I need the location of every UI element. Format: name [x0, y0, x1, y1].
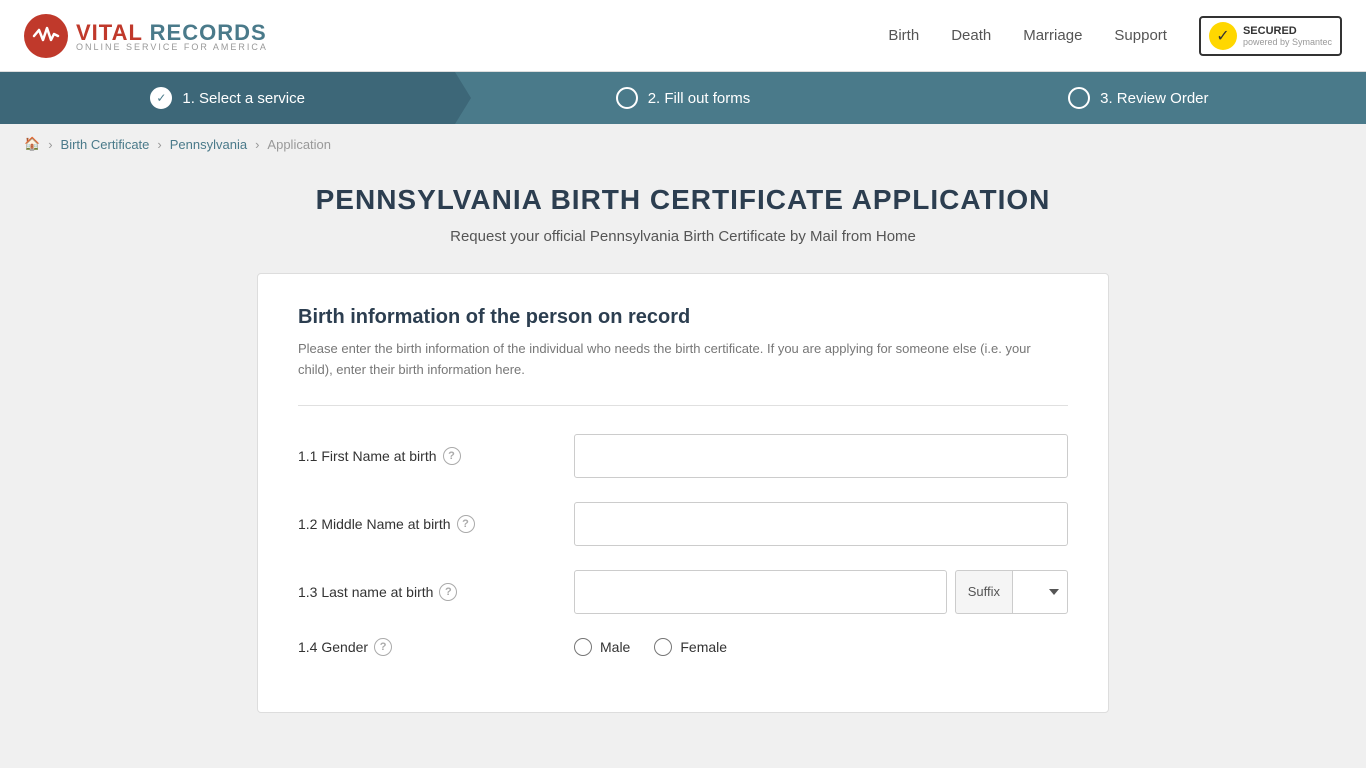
gender-options: Male Female — [574, 638, 1068, 656]
breadcrumb: 🏠 › Birth Certificate › Pennsylvania › A… — [0, 124, 1366, 164]
page-title: PENNSYLVANIA BIRTH CERTIFICATE APPLICATI… — [257, 184, 1109, 216]
step-1-label: 1. Select a service — [182, 90, 305, 107]
nav-support[interactable]: Support — [1114, 27, 1167, 44]
site-header: VITAL RECORDS ONLINE SERVICE FOR AMERICA… — [0, 0, 1366, 72]
nav-birth[interactable]: Birth — [888, 27, 919, 44]
logo-subtext: ONLINE SERVICE FOR AMERICA — [76, 42, 268, 52]
step-2-circle — [616, 87, 638, 109]
main-nav: Birth Death Marriage Support ✓ SECURED p… — [888, 16, 1342, 56]
logo: VITAL RECORDS ONLINE SERVICE FOR AMERICA — [24, 14, 268, 58]
section-desc: Please enter the birth information of th… — [298, 339, 1068, 381]
step-1-arrow — [455, 72, 471, 124]
gender-female-option[interactable]: Female — [654, 638, 727, 656]
middle-name-field — [574, 502, 1068, 546]
first-name-field — [574, 434, 1068, 478]
middle-name-input[interactable] — [574, 502, 1068, 546]
suffix-label: Suffix — [955, 570, 1012, 614]
breadcrumb-home[interactable]: 🏠 — [24, 136, 40, 152]
gender-male-radio[interactable] — [574, 638, 592, 656]
last-name-row: 1.3 Last name at birth ? Suffix Jr. Sr. … — [298, 570, 1068, 614]
first-name-help-icon[interactable]: ? — [443, 447, 461, 465]
norton-badge: ✓ SECURED powered by Symantec — [1199, 16, 1342, 56]
last-name-input[interactable] — [574, 570, 947, 614]
form-card: Birth information of the person on recor… — [257, 273, 1109, 713]
step-2-arrow — [911, 72, 927, 124]
step-3-label: 3. Review Order — [1100, 90, 1208, 107]
middle-name-help-icon[interactable]: ? — [457, 515, 475, 533]
last-name-label: 1.3 Last name at birth ? — [298, 583, 558, 601]
nav-marriage[interactable]: Marriage — [1023, 27, 1082, 44]
step-2: 2. Fill out forms — [455, 72, 910, 124]
norton-secured-text: SECURED — [1243, 25, 1332, 37]
breadcrumb-current: Application — [267, 137, 331, 152]
suffix-select[interactable]: Jr. Sr. II III IV — [1012, 570, 1068, 614]
gender-label: 1.4 Gender ? — [298, 638, 558, 656]
breadcrumb-separator-2: › — [157, 137, 161, 152]
gender-male-option[interactable]: Male — [574, 638, 630, 656]
gender-help-icon[interactable]: ? — [374, 638, 392, 656]
step-3-circle — [1068, 87, 1090, 109]
breadcrumb-separator-3: › — [255, 137, 259, 152]
step-1: ✓ 1. Select a service — [0, 72, 455, 124]
steps-bar: ✓ 1. Select a service 2. Fill out forms … — [0, 72, 1366, 124]
step-2-label: 2. Fill out forms — [648, 90, 751, 107]
logo-icon — [24, 14, 68, 58]
breadcrumb-state[interactable]: Pennsylvania — [170, 137, 247, 152]
gender-row: 1.4 Gender ? Male Female — [298, 638, 1068, 656]
breadcrumb-separator-1: › — [48, 137, 52, 152]
step-1-circle: ✓ — [150, 87, 172, 109]
norton-powered-text: powered by Symantec — [1243, 37, 1332, 47]
step-3: 3. Review Order — [911, 72, 1366, 124]
form-divider — [298, 405, 1068, 406]
middle-name-row: 1.2 Middle Name at birth ? — [298, 502, 1068, 546]
first-name-input[interactable] — [574, 434, 1068, 478]
breadcrumb-birth-cert[interactable]: Birth Certificate — [61, 137, 150, 152]
first-name-label: 1.1 First Name at birth ? — [298, 447, 558, 465]
suffix-wrapper: Suffix Jr. Sr. II III IV — [955, 570, 1068, 614]
main-content: PENNSYLVANIA BIRTH CERTIFICATE APPLICATI… — [233, 164, 1133, 753]
last-name-input-row: Suffix Jr. Sr. II III IV — [574, 570, 1068, 614]
home-icon: 🏠 — [24, 136, 40, 151]
last-name-field: Suffix Jr. Sr. II III IV — [574, 570, 1068, 614]
gender-female-radio[interactable] — [654, 638, 672, 656]
gender-male-label: Male — [600, 639, 630, 655]
page-subtitle: Request your official Pennsylvania Birth… — [257, 228, 1109, 245]
nav-death[interactable]: Death — [951, 27, 991, 44]
first-name-row: 1.1 First Name at birth ? — [298, 434, 1068, 478]
last-name-help-icon[interactable]: ? — [439, 583, 457, 601]
section-title: Birth information of the person on recor… — [298, 306, 1068, 329]
norton-check-icon: ✓ — [1209, 22, 1237, 50]
middle-name-label: 1.2 Middle Name at birth ? — [298, 515, 558, 533]
gender-female-label: Female — [680, 639, 727, 655]
